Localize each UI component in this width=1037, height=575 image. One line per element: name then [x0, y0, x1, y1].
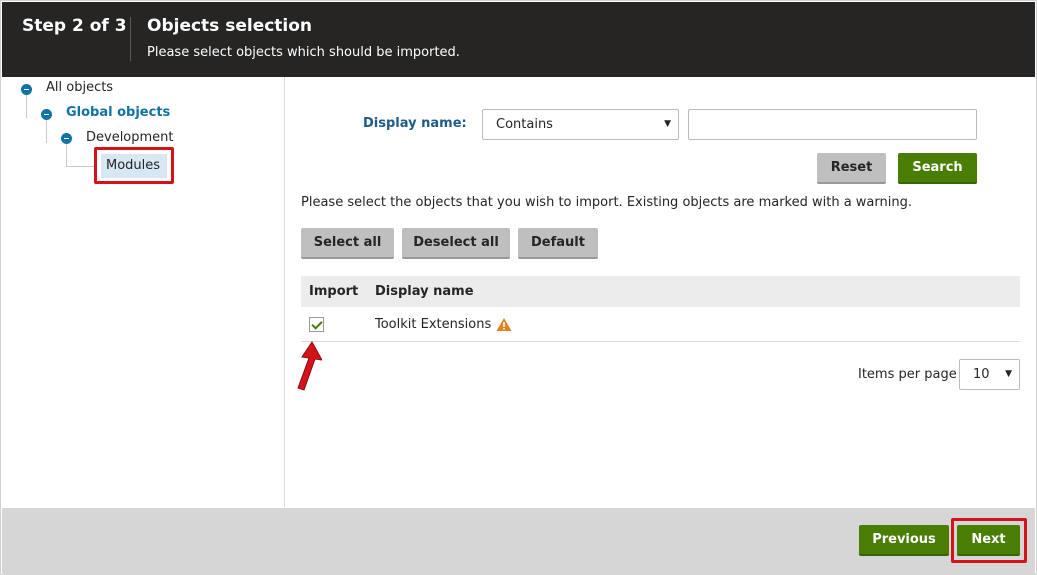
main-content: Display name: Contains ▼ Reset Search Pl… — [286, 77, 1036, 507]
tree-connector — [26, 94, 27, 118]
object-tree: All objects Global objects Development M… — [2, 77, 285, 507]
highlight-box — [951, 518, 1027, 563]
tree-connector — [46, 119, 47, 143]
wizard-header: Step 2 of 3 Objects selection Please sel… — [2, 2, 1035, 77]
operator-value: Contains — [496, 117, 553, 132]
instructions-text: Please select the objects that you wish … — [301, 195, 912, 210]
table-row: Toolkit Extensions — [301, 307, 1020, 342]
previous-button[interactable]: Previous — [859, 525, 949, 556]
page-subtitle: Please select objects which should be im… — [147, 45, 460, 60]
column-display-name: Display name — [375, 284, 474, 299]
import-checkbox[interactable] — [309, 317, 324, 332]
row-display-name: Toolkit Extensions — [375, 317, 492, 332]
display-name-input[interactable] — [688, 109, 977, 140]
tree-connector — [66, 166, 96, 167]
grid-header: Import Display name — [301, 276, 1020, 307]
dropdown-arrow-icon: ▼ — [1005, 369, 1012, 379]
collapse-icon[interactable] — [21, 84, 32, 95]
wizard-footer: Previous Next — [2, 508, 1035, 575]
operator-select[interactable]: Contains ▼ — [482, 109, 679, 140]
collapse-icon[interactable] — [41, 109, 52, 120]
default-button[interactable]: Default — [518, 228, 598, 259]
tree-item-global-objects[interactable]: Global objects — [66, 105, 170, 120]
search-button[interactable]: Search — [898, 153, 977, 184]
column-import: Import — [309, 284, 359, 299]
items-per-page-select[interactable]: 10 ▼ — [959, 359, 1020, 390]
display-name-label: Display name: — [363, 116, 467, 131]
tree-item-development[interactable]: Development — [86, 130, 174, 145]
reset-button[interactable]: Reset — [817, 153, 886, 184]
annotation-arrow — [297, 341, 322, 391]
tree-item-all-objects[interactable]: All objects — [46, 80, 113, 95]
select-all-button[interactable]: Select all — [301, 228, 394, 259]
collapse-icon[interactable] — [61, 133, 72, 144]
page-title: Objects selection — [147, 16, 313, 36]
step-indicator: Step 2 of 3 — [22, 16, 127, 36]
highlight-box — [94, 147, 174, 184]
warning-icon — [496, 318, 512, 331]
deselect-all-button[interactable]: Deselect all — [402, 228, 510, 259]
items-per-page-value: 10 — [973, 367, 990, 382]
items-per-page-label: Items per page — [858, 367, 957, 382]
dropdown-arrow-icon: ▼ — [664, 119, 671, 129]
tree-connector — [66, 144, 67, 166]
header-divider — [130, 17, 131, 61]
import-wizard: Step 2 of 3 Objects selection Please sel… — [0, 0, 1037, 575]
